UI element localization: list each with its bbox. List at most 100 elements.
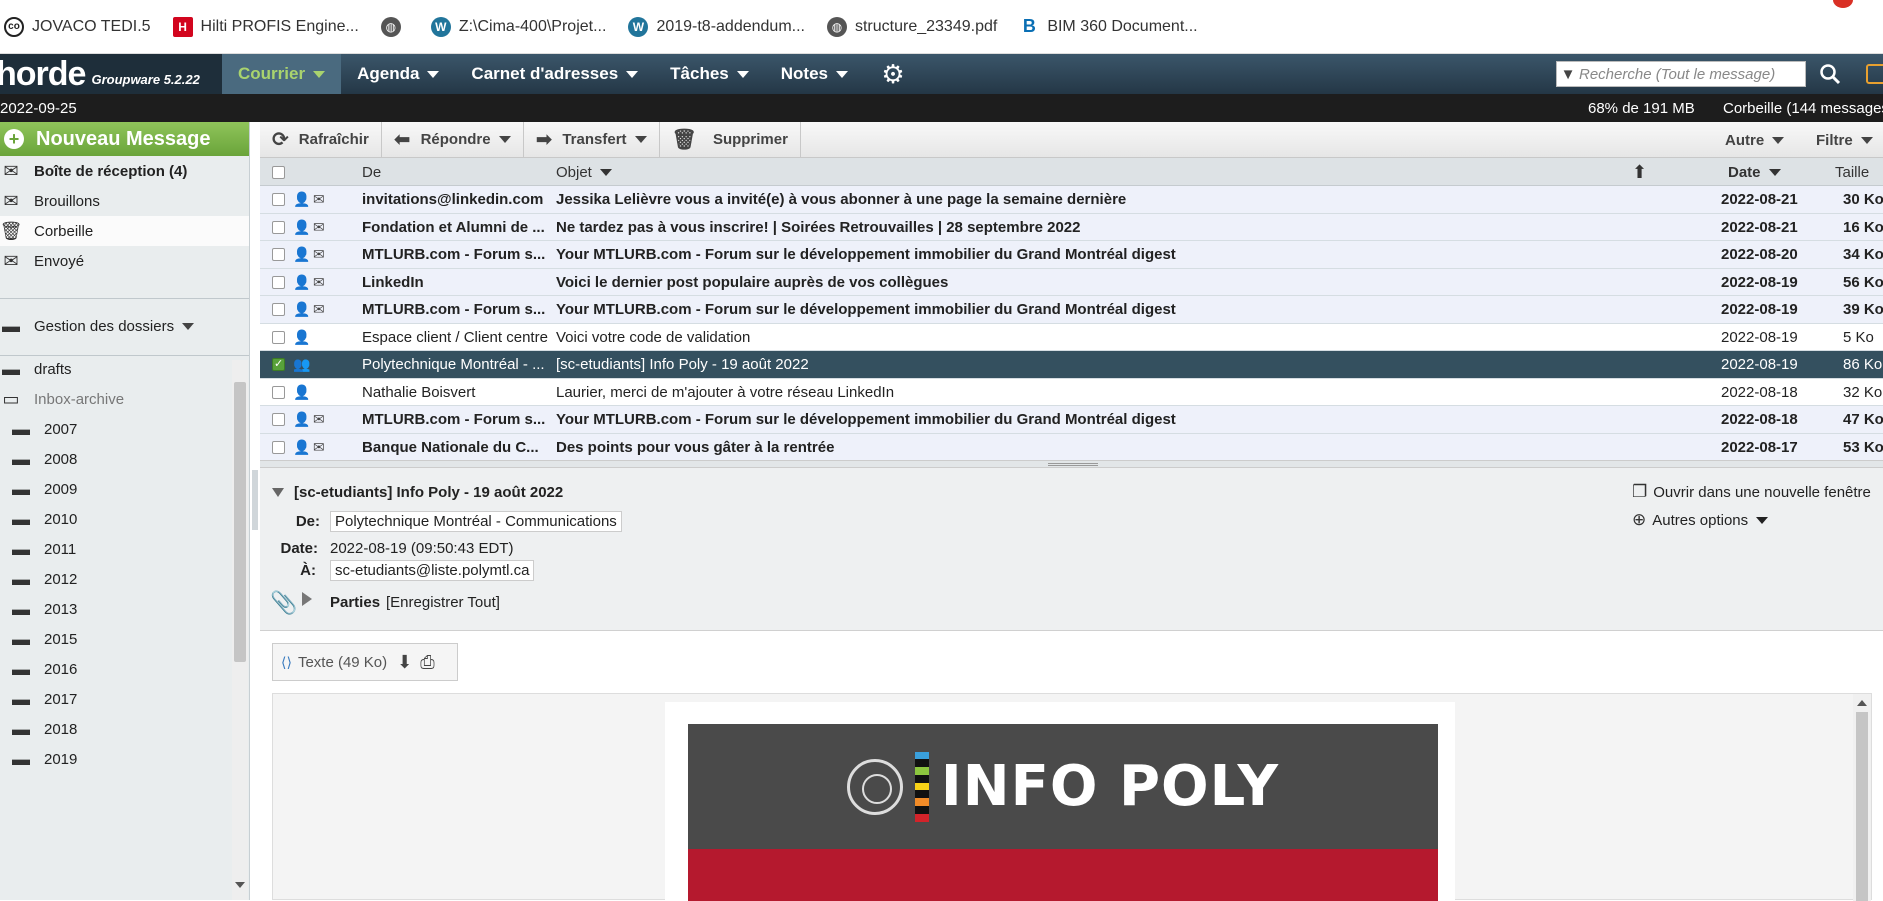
checkbox[interactable] (272, 413, 285, 426)
folder-year-2015[interactable]: ▬ 2015 (0, 624, 232, 654)
bookmark-globe[interactable]: ◍ (380, 16, 409, 37)
folder-year-2007[interactable]: ▬ 2007 (0, 414, 232, 444)
filter-menu-button[interactable]: Filtre (1816, 122, 1873, 158)
refresh-button[interactable]: ⟳ Rafraîchir (260, 121, 382, 158)
reply-button[interactable]: ⬅ Répondre (382, 121, 524, 158)
forward-button[interactable]: ➡ Transfert (524, 121, 660, 158)
scroll-down-icon[interactable] (235, 882, 245, 888)
nav-courrier[interactable]: Courrier (222, 54, 342, 94)
row-checkbox[interactable] (272, 186, 285, 213)
checkbox[interactable] (272, 248, 285, 261)
row-checkbox[interactable] (272, 406, 285, 433)
message-row[interactable]: 👤 ✉ LinkedIn Voici le dernier post popula… (260, 268, 1883, 296)
checkbox[interactable] (272, 440, 285, 454)
more-options-button[interactable]: ⊕ Autres options (1632, 510, 1769, 530)
message-row[interactable]: 👤 Espace client / Client centre Voici vo… (260, 323, 1883, 351)
row-checkbox[interactable] (272, 214, 285, 241)
folder-year-2019[interactable]: ▬ 2019 (0, 744, 232, 772)
checkbox[interactable] (272, 275, 285, 289)
delete-button[interactable]: 🗑 Supprimer (660, 121, 801, 158)
folder-year-2016[interactable]: ▬ 2016 (0, 654, 232, 684)
gear-icon[interactable]: ⚙ (878, 59, 908, 89)
folder-year-2017[interactable]: ▬ 2017 (0, 684, 232, 714)
bookmark-hilti[interactable]: H Hilti PROFIS Engine... (172, 16, 359, 37)
message-row[interactable]: 👤 ✉ MTLURB.com - Forum s... Your MTLURB.c… (260, 241, 1883, 269)
folder-year-2013[interactable]: ▬ 2013 (0, 594, 232, 624)
nav-taches[interactable]: Tâches (654, 54, 765, 94)
bookmark-structure-pdf[interactable]: ◍ structure_23349.pdf (826, 16, 997, 37)
save-all-link[interactable]: [Enregistrer Tout] (386, 594, 500, 611)
checkbox[interactable] (272, 330, 285, 344)
sort-direction-icon[interactable]: ⬆ (1632, 158, 1647, 186)
open-new-window-link[interactable]: ❐ Ouvrir dans une nouvelle fenêtre (1632, 482, 1871, 502)
row-checkbox[interactable] (272, 351, 285, 378)
search-input[interactable]: ▼ Recherche (Tout le message) (1556, 61, 1806, 87)
folder-archive-drafts[interactable]: ▬ drafts (0, 354, 232, 384)
checkbox[interactable] (272, 385, 285, 399)
column-date[interactable]: Date (1728, 158, 1781, 186)
sidebar-scrollbar-thumb[interactable] (234, 382, 246, 662)
folder-inbox-archive[interactable]: ▭ Inbox-archive (0, 384, 232, 414)
collapse-triangle-icon[interactable] (272, 488, 284, 497)
row-checkbox[interactable] (272, 379, 285, 406)
scroll-up-icon[interactable] (1857, 700, 1867, 706)
checkbox-checked[interactable] (272, 357, 285, 371)
preview-subject[interactable]: [sc-etudiants] Info Poly - 19 août 2022 (272, 484, 563, 501)
checkbox[interactable] (272, 193, 285, 206)
folder-year-2018[interactable]: ▬ 2018 (0, 714, 232, 744)
other-menu-button[interactable]: Autre (1725, 122, 1785, 158)
folder-drafts[interactable]: ✉ Brouillons (0, 186, 249, 216)
text-part[interactable]: ⟨⟩ Texte (49 Ko) ⬇ ⎙ (272, 643, 458, 681)
checkbox[interactable] (272, 165, 285, 179)
folder-year-2010[interactable]: ▬ 2010 (0, 504, 232, 534)
new-message-button[interactable]: + Nouveau Message (0, 122, 249, 156)
search-icon[interactable] (1816, 60, 1844, 88)
to-address[interactable]: sc-etudiants@liste.polymtl.ca (330, 560, 535, 581)
bookmark-addendum[interactable]: W 2019-t8-addendum... (628, 16, 805, 37)
print-icon[interactable]: ⎙ (420, 652, 434, 673)
from-address[interactable]: Polytechnique Montréal - Communications (330, 511, 622, 532)
horde-logo[interactable]: horde Groupware 5.2.22 (0, 54, 222, 94)
bookmark-bim360[interactable]: B BIM 360 Document... (1019, 16, 1198, 37)
list-preview-splitter[interactable] (260, 460, 1883, 468)
row-checkbox[interactable] (272, 434, 285, 461)
message-row[interactable]: 👤 Nathalie Boisvert Laurier, merci de m'… (260, 378, 1883, 406)
select-all-checkbox[interactable] (272, 158, 285, 186)
sidebar-resize-handle[interactable] (252, 470, 258, 530)
folder-year-2008[interactable]: ▬ 2008 (0, 444, 232, 474)
download-icon[interactable]: ⬇ (397, 652, 412, 673)
nav-notes[interactable]: Notes (765, 54, 864, 94)
content-scrollbar-thumb[interactable] (1856, 712, 1868, 901)
folder-year-2012[interactable]: ▬ 2012 (0, 564, 232, 594)
folder-inbox[interactable]: ✉ Boîte de réception (4) (0, 156, 249, 186)
bookmark-jovaco[interactable]: co JOVACO TEDI.5 (4, 16, 151, 37)
message-row[interactable]: 👤 ✉ invitations@linkedin.com Jessika Leli… (260, 186, 1883, 214)
message-row[interactable]: 👤 ✉ Banque Nationale du C... Des points p… (260, 433, 1883, 461)
manage-folders-button[interactable]: ▬ Gestion des dossiers (0, 311, 249, 341)
column-from[interactable]: De (362, 158, 381, 186)
row-checkbox[interactable] (272, 241, 285, 268)
folder-year-2009[interactable]: ▬ 2009 (0, 474, 232, 504)
search-scope-dropdown-icon[interactable]: ▼ (1557, 66, 1579, 83)
column-subject[interactable]: Objet (556, 158, 612, 186)
trash-count[interactable]: Corbeille (144 messages) (1723, 100, 1883, 117)
row-checkbox[interactable] (272, 269, 285, 296)
message-row[interactable]: 👤 ✉ MTLURB.com - Forum s... Your MTLURB.c… (260, 296, 1883, 324)
message-row-selected[interactable]: 👥 Polytechnique Montréal - ... [sc-etudi… (260, 351, 1883, 379)
checkbox[interactable] (272, 220, 285, 234)
folder-sent[interactable]: ✉ Envoyé (0, 246, 249, 276)
folder-trash[interactable]: 🗑 Corbeille (0, 216, 249, 246)
app-switcher-icon[interactable] (1866, 64, 1883, 84)
message-row[interactable]: 👤 ✉ MTLURB.com - Forum s... Your MTLURB.c… (260, 406, 1883, 434)
nav-agenda[interactable]: Agenda (341, 54, 455, 94)
sidebar-scrollbar[interactable] (232, 360, 248, 900)
expand-triangle-icon[interactable] (302, 592, 312, 606)
bookmark-cima[interactable]: W Z:\Cima-400\Projet... (430, 16, 606, 37)
checkbox[interactable] (272, 303, 285, 316)
folder-year-2011[interactable]: ▬ 2011 (0, 534, 232, 564)
column-size[interactable]: Taille (1835, 158, 1869, 186)
content-scrollbar[interactable] (1853, 694, 1871, 901)
message-row[interactable]: 👤 ✉ Fondation et Alumni de ... Ne tardez … (260, 213, 1883, 241)
row-checkbox[interactable] (272, 324, 285, 351)
row-checkbox[interactable] (272, 296, 285, 323)
